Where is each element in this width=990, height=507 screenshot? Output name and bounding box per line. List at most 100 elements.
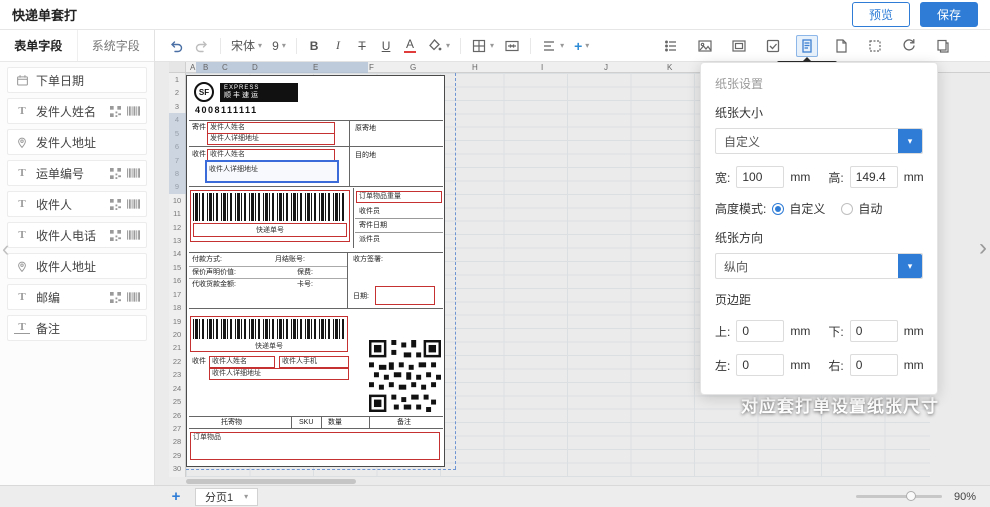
row-header[interactable]: 3	[169, 100, 185, 113]
row-header[interactable]: 11	[169, 207, 185, 220]
checkbox-button[interactable]	[762, 35, 784, 57]
zoom-slider-handle[interactable]	[906, 491, 916, 501]
column-header[interactable]: H	[472, 62, 478, 73]
orientation-select[interactable]: 纵向 ▾	[715, 253, 923, 279]
column-header[interactable]: K	[667, 62, 672, 73]
column-header[interactable]: E	[313, 62, 318, 73]
barcode-icon[interactable]	[127, 168, 140, 178]
field-box-sender-address[interactable]: 发件人详细地址	[207, 133, 335, 145]
selected-field-box-recipient-address[interactable]: 收件人详细地址	[205, 160, 339, 183]
zoom-slider[interactable]	[856, 495, 942, 498]
column-header[interactable]: F	[369, 62, 374, 73]
copy-button[interactable]	[932, 35, 954, 57]
barcode-icon[interactable]	[127, 230, 140, 240]
column-header[interactable]: B	[203, 62, 208, 73]
merge-cells-button[interactable]	[501, 35, 523, 57]
waybill-label[interactable]: SF EXPRESS 顺丰速运 4008111111 寄件 发件人姓名 发件人详…	[186, 75, 445, 467]
save-button[interactable]: 保存	[920, 2, 978, 27]
italic-button[interactable]: I	[328, 35, 348, 57]
height-input[interactable]	[850, 166, 898, 188]
field-box-order-items[interactable]: 订单物品	[190, 432, 440, 460]
row-header[interactable]: 26	[169, 409, 185, 422]
page-tab[interactable]: 分页1 ▾	[195, 488, 258, 506]
field-box-date[interactable]	[375, 286, 435, 305]
fill-color-button[interactable]: ▾	[424, 35, 453, 57]
strikethrough-button[interactable]: T	[352, 35, 372, 57]
field-item-sender-name[interactable]: T 发件人姓名	[7, 98, 147, 124]
row-header[interactable]: 28	[169, 435, 185, 448]
field-box-weight[interactable]: 订单物品重量	[356, 191, 442, 203]
row-header[interactable]: 18	[169, 301, 185, 314]
row-header[interactable]: 17	[169, 288, 185, 301]
qrcode-icon[interactable]	[110, 168, 121, 179]
page-setup-button[interactable]	[830, 35, 852, 57]
row-header[interactable]: 2	[169, 86, 185, 99]
insert-image-button[interactable]	[694, 35, 716, 57]
background-image-button[interactable]	[728, 35, 750, 57]
width-input[interactable]	[736, 166, 784, 188]
row-header[interactable]: 15	[169, 261, 185, 274]
margin-right-input[interactable]	[850, 354, 898, 376]
field-item-order-date[interactable]: 下单日期	[7, 67, 147, 93]
row-header[interactable]: 1	[169, 73, 185, 86]
row-header[interactable]: 29	[169, 449, 185, 462]
collapse-sidebar-chevron[interactable]: ‹	[2, 238, 9, 260]
field-item-recipient-phone[interactable]: T 收件人电话	[7, 222, 147, 248]
undo-button[interactable]	[165, 35, 187, 57]
margin-left-input[interactable]	[736, 354, 784, 376]
expand-panel-chevron[interactable]: ›	[979, 236, 987, 260]
qrcode-icon[interactable]	[110, 199, 121, 210]
field-list-button[interactable]	[660, 35, 682, 57]
insert-button[interactable]: + ▾	[571, 35, 592, 57]
column-header[interactable]: C	[222, 62, 228, 73]
font-color-button[interactable]: A	[400, 35, 420, 57]
row-header[interactable]: 19	[169, 315, 185, 328]
row-header[interactable]: 23	[169, 368, 185, 381]
bold-button[interactable]: B	[304, 35, 324, 57]
underline-button[interactable]: U	[376, 35, 396, 57]
column-header[interactable]: A	[190, 62, 195, 73]
radio-height-auto[interactable]: 自动	[841, 200, 882, 217]
row-header[interactable]: 10	[169, 194, 185, 207]
row-header[interactable]: 25	[169, 395, 185, 408]
row-header[interactable]: 27	[169, 422, 185, 435]
radio-height-custom[interactable]: 自定义	[772, 200, 825, 217]
row-header[interactable]: 30	[169, 462, 185, 475]
align-button[interactable]: ▾	[538, 35, 567, 57]
field-item-postcode[interactable]: T 邮编	[7, 284, 147, 310]
horizontal-scrollbar[interactable]	[186, 479, 356, 484]
field-box-recipient-name[interactable]: 收件人姓名	[209, 356, 275, 368]
row-header[interactable]: 16	[169, 274, 185, 287]
select-dropdown-button[interactable]: ▾	[898, 254, 922, 278]
column-header[interactable]: D	[252, 62, 258, 73]
row-header[interactable]: 22	[169, 355, 185, 368]
qrcode-icon[interactable]	[110, 106, 121, 117]
font-family-select[interactable]: 宋体 ▾	[228, 35, 265, 57]
qrcode-icon[interactable]	[110, 292, 121, 303]
field-item-recipient-address[interactable]: 收件人地址	[7, 253, 147, 279]
row-header[interactable]: 12	[169, 221, 185, 234]
qrcode-element[interactable]	[369, 340, 441, 412]
font-size-select[interactable]: 9 ▾	[269, 35, 289, 57]
qrcode-icon[interactable]	[110, 230, 121, 241]
barcode-icon[interactable]	[127, 199, 140, 209]
margin-bottom-input[interactable]	[850, 320, 898, 342]
field-item-recipient[interactable]: T 收件人	[7, 191, 147, 217]
column-header[interactable]: J	[604, 62, 608, 73]
row-header[interactable]: 21	[169, 341, 185, 354]
margin-top-input[interactable]	[736, 320, 784, 342]
add-page-button[interactable]: +	[167, 487, 185, 507]
tab-form-fields[interactable]: 表单字段	[0, 30, 77, 61]
tab-system-fields[interactable]: 系统字段	[77, 30, 155, 61]
paper-settings-button[interactable]: 纸张设置	[796, 35, 818, 57]
row-header[interactable]: 14	[169, 247, 185, 260]
preview-button[interactable]: 预览	[852, 2, 910, 27]
field-item-sender-address[interactable]: 发件人地址	[7, 129, 147, 155]
barcode-element[interactable]: 快递单号	[190, 316, 348, 352]
paper-size-select[interactable]: 自定义 ▾	[715, 128, 923, 154]
row-header[interactable]: 24	[169, 382, 185, 395]
redo-button[interactable]	[191, 35, 213, 57]
refresh-button[interactable]	[898, 35, 920, 57]
row-header[interactable]: 20	[169, 328, 185, 341]
field-box-recipient-mobile[interactable]: 收件人手机	[279, 356, 349, 368]
